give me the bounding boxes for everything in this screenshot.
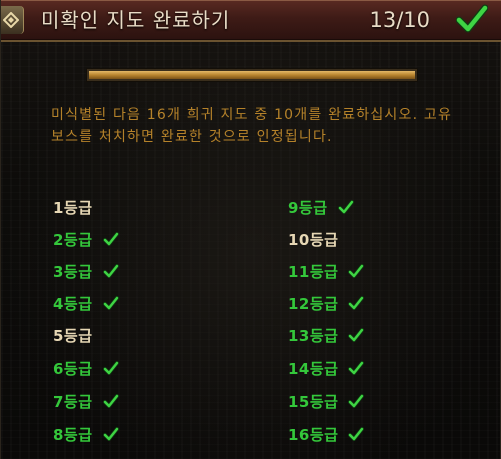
- check-icon: [348, 296, 365, 310]
- tier-item[interactable]: 3등급: [53, 261, 119, 281]
- tier-item[interactable]: 15등급: [288, 391, 365, 411]
- tier-label: 1등급: [53, 198, 93, 217]
- tier-item[interactable]: 5등급: [53, 325, 93, 345]
- tier-item[interactable]: 14등급: [288, 358, 365, 378]
- tier-label: 9등급: [288, 198, 328, 217]
- tier-label: 14등급: [288, 359, 339, 378]
- tier-label: 4등급: [53, 294, 93, 313]
- tier-label: 13등급: [288, 326, 339, 345]
- tier-item[interactable]: 8등급: [53, 424, 119, 444]
- check-icon: [102, 264, 119, 278]
- tier-item[interactable]: 2등급: [53, 229, 119, 249]
- tier-label: 3등급: [53, 262, 93, 281]
- challenge-title: 미확인 지도 완료하기: [41, 8, 231, 32]
- ornament-icon: [1, 6, 24, 34]
- check-icon: [102, 427, 119, 441]
- challenge-progress-count: 13/10: [369, 8, 430, 32]
- tier-label: 7등급: [53, 392, 93, 411]
- tier-item[interactable]: 11등급: [288, 261, 365, 281]
- tier-item[interactable]: 4등급: [53, 293, 119, 313]
- tier-item[interactable]: 9등급: [288, 197, 354, 217]
- check-icon: [456, 4, 488, 33]
- tier-item[interactable]: 1등급: [53, 197, 93, 217]
- challenge-header[interactable]: 미확인 지도 완료하기 13/10: [1, 0, 501, 42]
- tier-label: 16등급: [288, 425, 339, 444]
- tier-label: 15등급: [288, 392, 339, 411]
- check-icon: [348, 264, 365, 278]
- tier-label: 11등급: [288, 262, 339, 281]
- challenge-progress-bar: [87, 69, 417, 81]
- tier-label: 8등급: [53, 425, 93, 444]
- check-icon: [102, 361, 119, 375]
- challenge-progress-fill: [89, 71, 415, 79]
- tier-item[interactable]: 12등급: [288, 293, 365, 313]
- tier-item[interactable]: 16등급: [288, 424, 365, 444]
- check-icon: [348, 328, 365, 342]
- tier-item[interactable]: 6등급: [53, 358, 119, 378]
- check-icon: [102, 296, 119, 310]
- check-icon: [337, 200, 354, 214]
- tier-label: 10등급: [288, 230, 339, 249]
- tier-item[interactable]: 13등급: [288, 325, 365, 345]
- check-icon: [102, 394, 119, 408]
- check-icon: [348, 361, 365, 375]
- tier-label: 12등급: [288, 294, 339, 313]
- check-icon: [348, 394, 365, 408]
- challenge-panel: 미확인 지도 완료하기 13/10 미식별된 다음 16개 희귀 지도 중 10…: [0, 0, 501, 459]
- tier-label: 5등급: [53, 326, 93, 345]
- tier-label: 6등급: [53, 359, 93, 378]
- challenge-description: 미식별된 다음 16개 희귀 지도 중 10개를 완료하십시오. 고유 보스를 …: [51, 107, 453, 145]
- check-icon: [348, 427, 365, 441]
- tier-label: 2등급: [53, 230, 93, 249]
- tier-item[interactable]: 7등급: [53, 391, 119, 411]
- check-icon: [102, 232, 119, 246]
- tier-item[interactable]: 10등급: [288, 229, 338, 249]
